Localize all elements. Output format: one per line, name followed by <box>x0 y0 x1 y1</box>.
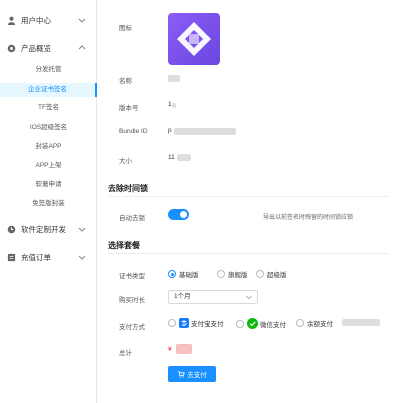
radio-cert-flagship[interactable]: 旗舰版 <box>217 269 248 279</box>
radio-dot <box>168 270 176 278</box>
menu-recharge-order-label: 充值订单 <box>21 252 51 262</box>
sidebar: 用户中心 产品概览 分发托管 企业证书签名 TF签名 IOS超级签名 封装APP… <box>0 0 97 403</box>
name-label: 名称 <box>119 78 132 85</box>
radio-dot <box>256 270 264 278</box>
duration-select-value: 1个月 <box>174 293 191 300</box>
duration-label: 购买时长 <box>119 297 145 304</box>
radio-pay-balance-label: 余额支付 <box>307 321 333 328</box>
bundle-id-value: p <box>168 127 172 134</box>
pay-method-label: 支付方式 <box>119 324 145 331</box>
app-name-value <box>168 75 180 82</box>
pay-button[interactable]: 去支付 <box>168 366 216 382</box>
sidebar-item-distribution[interactable]: 分发托管 <box>0 63 97 77</box>
menu-custom-dev[interactable]: 软件定制开发 <box>0 221 97 237</box>
version-label: 版本号 <box>119 105 139 112</box>
app-icon <box>168 13 220 65</box>
main-panel: 图标 名称 版本号 1 Bundle ID p 大小 11 去除时间锁 自动去锁… <box>97 0 400 403</box>
chevron-down-icon <box>246 295 252 300</box>
size-label: 大小 <box>119 158 132 165</box>
radio-dot <box>168 319 176 327</box>
order-icon <box>7 253 16 262</box>
pay-button-label: 去支付 <box>187 372 207 379</box>
total-label: 总计 <box>119 350 132 357</box>
alipay-icon <box>179 318 189 328</box>
balance-amount-blur <box>342 319 380 326</box>
sidebar-item-ios-super-sign[interactable]: IOS超级签名 <box>0 121 97 135</box>
sidebar-item-free-wrap[interactable]: 免签版封装 <box>0 197 97 211</box>
cert-type-label: 证书类型 <box>119 273 145 280</box>
chevron-down-icon <box>78 227 86 232</box>
auto-lock-toggle[interactable] <box>168 209 189 220</box>
radio-pay-balance[interactable]: 余额支付 <box>296 318 333 328</box>
total-currency: ¥ <box>168 346 172 353</box>
icon-label: 图标 <box>119 25 132 32</box>
menu-user-center[interactable]: 用户中心 <box>0 12 97 28</box>
bundle-id-label: Bundle ID <box>119 128 148 135</box>
sidebar-item-tf-sign[interactable]: TF签名 <box>0 101 97 115</box>
duration-select[interactable]: 1个月 <box>168 290 258 304</box>
auto-lock-label: 自动去锁 <box>119 215 145 222</box>
radio-pay-wechat-label: 微信支付 <box>260 321 286 329</box>
chevron-up-icon <box>78 45 86 50</box>
user-icon <box>7 16 16 25</box>
radio-pay-wechat[interactable]: 微信支付 <box>236 318 286 329</box>
wechat-pay-icon <box>247 318 258 329</box>
chevron-down-icon <box>78 255 86 260</box>
size-value: 11 <box>168 154 175 161</box>
menu-custom-dev-label: 软件定制开发 <box>21 224 66 234</box>
radio-cert-super[interactable]: 超级版 <box>256 269 287 279</box>
toggle-knob <box>180 211 187 218</box>
radio-pay-alipay-label: 支付宝支付 <box>191 321 224 328</box>
menu-product-overview[interactable]: 产品概览 <box>0 40 97 56</box>
divider <box>108 253 389 254</box>
menu-product-overview-label: 产品概览 <box>21 43 51 53</box>
menu-user-center-label: 用户中心 <box>21 15 51 25</box>
auto-lock-hint: 导出以前签名时残留的时间锁应锁 <box>263 215 354 221</box>
radio-dot <box>236 319 244 328</box>
radio-cert-basic[interactable]: 基础版 <box>168 269 199 279</box>
radio-pay-alipay[interactable]: 支付宝支付 <box>168 318 224 328</box>
version-blur <box>172 103 176 108</box>
radio-cert-super-label: 超级版 <box>267 272 287 279</box>
radio-dot <box>217 270 225 278</box>
sidebar-item-copyright[interactable]: 软著申请 <box>0 178 97 192</box>
menu-recharge-order[interactable]: 充值订单 <box>0 249 97 265</box>
chevron-down-icon <box>78 18 86 23</box>
bundle-id-blur <box>174 128 236 135</box>
total-amount-blur <box>176 344 192 354</box>
radio-dot <box>296 319 304 327</box>
size-blur <box>177 154 191 161</box>
radio-cert-basic-label: 基础版 <box>179 272 199 279</box>
plan-section-title: 选择套餐 <box>108 241 140 250</box>
divider <box>108 196 389 197</box>
sidebar-item-enterprise-cert[interactable]: 企业证书签名 <box>0 83 97 97</box>
cart-icon <box>178 371 185 378</box>
lock-section-title: 去除时间锁 <box>108 184 148 193</box>
gear-icon <box>7 44 16 53</box>
clock-icon <box>7 225 16 234</box>
sidebar-item-app-store[interactable]: APP上架 <box>0 159 97 173</box>
radio-cert-flagship-label: 旗舰版 <box>228 272 248 279</box>
sidebar-item-wrap-app[interactable]: 封装APP <box>0 140 97 154</box>
